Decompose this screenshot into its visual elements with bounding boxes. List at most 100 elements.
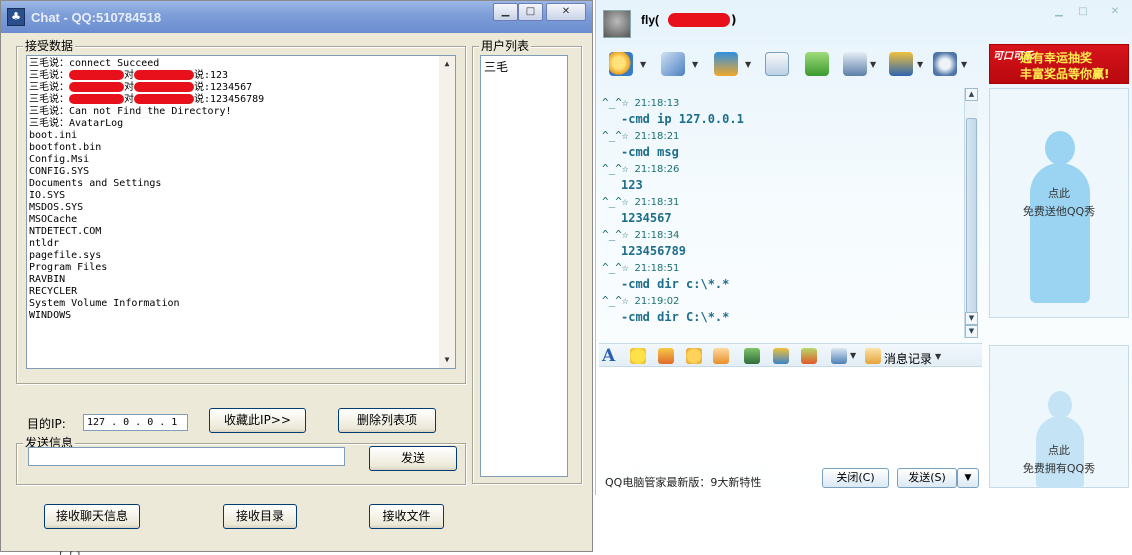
line-text: ntldr <box>29 238 60 249</box>
redaction-mark <box>69 94 124 104</box>
screenshot-icon[interactable] <box>831 348 847 364</box>
emoji-icon[interactable] <box>630 348 646 364</box>
line-text: System Volume Information <box>29 298 180 309</box>
send-file-icon[interactable] <box>714 52 738 76</box>
received-data-list[interactable]: 三毛说：connect Succeed 三毛说：对说:123 三毛说：对说:1234… <box>26 55 456 369</box>
line-text: MSDOS.SYS <box>29 202 84 213</box>
chevron-down-icon[interactable]: ▼ <box>692 60 698 69</box>
save-ip-button[interactable]: 收藏此IP>> <box>209 408 306 433</box>
chevron-down-icon[interactable]: ▼ <box>870 60 876 69</box>
ad-banner[interactable]: 可口可乐 通有幸运抽奖 丰富奖品等你赢! <box>989 44 1129 84</box>
send-message-input[interactable] <box>28 447 345 466</box>
scroll-up-icon[interactable]: ▲ <box>965 88 978 101</box>
close-chat-button[interactable]: 关闭(C) <box>822 468 889 488</box>
avatar-figure-head <box>1048 391 1072 419</box>
line-text: RECYCLER <box>29 286 78 297</box>
user-list-item[interactable]: 三毛 <box>484 58 564 75</box>
line-text: Documents and Settings <box>29 178 162 189</box>
magic-emoji-icon[interactable] <box>658 348 674 364</box>
qq-show-panel-self[interactable]: 点此 免费拥有QQ秀 <box>989 345 1129 488</box>
message-history-icon[interactable] <box>865 348 881 364</box>
message-body: -cmd msg <box>621 145 679 159</box>
contact-name-redaction <box>668 13 730 27</box>
ad-line-1: 通有幸运抽奖 <box>1020 51 1093 65</box>
received-line: IO.SYS <box>29 190 455 202</box>
chevron-down-icon[interactable]: ▼ <box>917 60 923 69</box>
scroll-down-icon[interactable]: ▼ <box>965 312 978 325</box>
receive-chat-button[interactable]: 接收聊天信息 <box>44 504 140 529</box>
delete-list-item-button[interactable]: 删除列表项 <box>338 408 436 433</box>
scroll-up-icon[interactable]: ▲ <box>439 56 455 72</box>
line-connector: 对 <box>124 70 134 81</box>
close-button[interactable]: ✕ <box>546 3 586 21</box>
title-bar[interactable]: ♣ Chat - QQ:510784518 ▁ □ ✕ <box>1 1 592 33</box>
apps-icon[interactable] <box>889 52 913 76</box>
status-text[interactable]: QQ电脑管家最新版：9大新特性 <box>605 474 761 490</box>
qq-minimize-icon[interactable]: ▁ <box>1048 6 1070 20</box>
settings-gear-icon[interactable] <box>933 52 957 76</box>
voice-call-icon[interactable] <box>661 52 685 76</box>
sender-prefix: 三毛说： <box>29 118 69 129</box>
background-text-fragment: — , , .[ ,[ ] <box>30 551 80 555</box>
message-header: ^_^☆ 21:18:21 <box>602 129 679 142</box>
line-text: RAVBIN <box>29 274 66 285</box>
chevron-down-icon[interactable]: ▼ <box>935 352 941 361</box>
create-group-icon[interactable] <box>805 52 829 76</box>
line-text: Can not Find the Directory! <box>69 106 232 117</box>
contact-avatar[interactable] <box>603 10 631 38</box>
show-text-line-2: 免费拥有QQ秀 <box>1022 462 1096 475</box>
receive-directory-button[interactable]: 接收目录 <box>223 504 297 529</box>
received-line: bootfont.bin <box>29 142 455 154</box>
email-icon[interactable] <box>765 52 789 76</box>
nudge-icon[interactable] <box>713 348 729 364</box>
chevron-down-icon[interactable]: ▼ <box>745 60 751 69</box>
qq-maximize-icon[interactable]: □ <box>1072 6 1094 20</box>
user-list[interactable]: 三毛 <box>480 55 568 477</box>
message-history-button[interactable]: 消息记录 <box>884 350 932 367</box>
received-line: boot.ini <box>29 130 455 142</box>
send-message-group: 发送信息 发送 <box>16 436 466 485</box>
qq-show-panel-contact[interactable]: 点此 免费送他QQ秀 <box>989 88 1129 318</box>
received-scrollbar[interactable]: ▲ ▼ <box>439 56 455 368</box>
received-line: Documents and Settings <box>29 178 455 190</box>
contact-name-close-paren: ) <box>731 13 737 27</box>
message-input[interactable] <box>599 368 982 463</box>
chevron-down-icon[interactable]: ▼ <box>850 351 856 360</box>
video-call-icon[interactable] <box>609 52 633 76</box>
send-options-chevron-icon[interactable]: ▼ <box>957 468 979 488</box>
line-message: 说:123456789 <box>194 94 265 105</box>
qq-close-icon[interactable]: ✕ <box>1104 6 1126 20</box>
scroll-down-icon[interactable]: ▼ <box>439 352 455 368</box>
receive-file-button[interactable]: 接收文件 <box>369 504 444 529</box>
target-ip-label: 目的IP: <box>27 417 66 431</box>
scroll-thumb[interactable] <box>966 118 977 313</box>
chevron-down-icon[interactable]: ▼ <box>640 60 646 69</box>
chevron-down-icon[interactable]: ▼ <box>961 60 967 69</box>
received-line: ntldr <box>29 238 455 250</box>
line-connector: 对 <box>124 82 134 93</box>
line-connector: 对 <box>124 94 134 105</box>
user-info-icon[interactable] <box>843 52 867 76</box>
chat-history-area[interactable]: ^_^☆ 21:18:13 -cmd ip 127.0.0.1 ^_^☆ 21:18:2… <box>599 88 982 341</box>
received-line: Program Files <box>29 262 455 274</box>
received-line: RECYCLER <box>29 286 455 298</box>
minimize-button[interactable]: ▁ <box>493 3 518 21</box>
ad-line-2: 丰富奖品等你赢! <box>1020 67 1110 81</box>
send-button[interactable]: 发送 <box>369 446 457 471</box>
shake-icon[interactable] <box>686 348 702 364</box>
line-text: bootfont.bin <box>29 142 102 153</box>
maximize-button[interactable]: □ <box>518 3 543 21</box>
scroll-down-icon[interactable]: ▼ <box>965 325 978 338</box>
image-icon[interactable] <box>744 348 760 364</box>
gift-icon[interactable] <box>801 348 817 364</box>
target-ip-input[interactable]: 127 . 0 . 0 . 1 <box>83 414 188 431</box>
music-icon[interactable] <box>773 348 789 364</box>
font-icon[interactable]: A <box>602 348 618 365</box>
sender-prefix: 三毛说： <box>29 106 69 117</box>
received-line: WINDOWS <box>29 310 455 322</box>
send-message-button[interactable]: 发送(S) <box>897 468 957 488</box>
message-body: -cmd dir C:\*.* <box>621 310 730 324</box>
chat-history-scrollbar[interactable]: ▲ ▼ ▼ <box>964 88 978 338</box>
line-text: AvatarLog <box>69 118 124 129</box>
received-line: 三毛说：AvatarLog <box>29 118 455 130</box>
